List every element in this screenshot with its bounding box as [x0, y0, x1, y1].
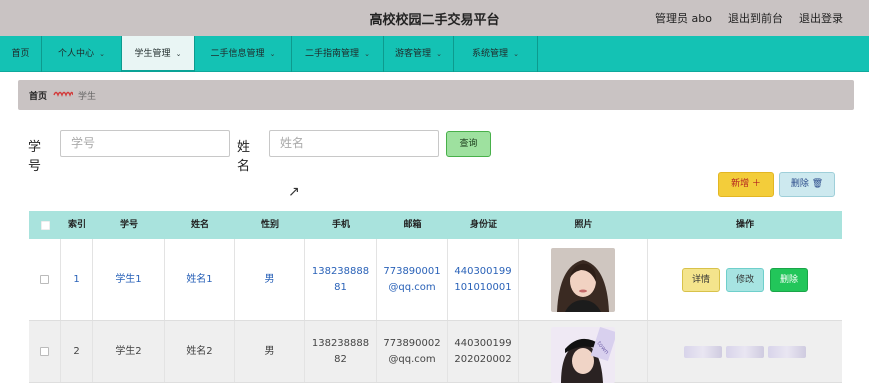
row-select-cell	[29, 239, 61, 320]
select-all-checkbox[interactable]	[40, 220, 50, 230]
chevron-down-icon: ⌄	[269, 50, 276, 58]
nav-item-system-management[interactable]: 系统管理 ⌄	[454, 36, 538, 72]
table-header: 索引 学号 姓名 性别 手机 邮箱 身份证 照片 操作	[29, 211, 842, 239]
cell-photo	[519, 239, 648, 320]
row-checkbox[interactable]	[40, 275, 49, 284]
cell-actions: 详情 修改 删除	[648, 239, 842, 320]
cell-index: 1	[61, 239, 93, 320]
chevron-down-icon: ⌄	[364, 50, 370, 58]
top-bar: 高校校园二手交易平台 管理员 abo 退出到前台 退出登录	[0, 0, 869, 36]
nav-item-home[interactable]: 首页	[0, 36, 42, 72]
breadcrumb-home[interactable]: 首页	[29, 89, 47, 102]
add-button[interactable]: 新增 ＋	[718, 172, 774, 197]
nav-item-student-management[interactable]: 学生管理 ⌄	[122, 36, 195, 72]
cell-id-card: 440300199101010001	[448, 239, 519, 320]
nav-label: 学生管理	[134, 49, 171, 59]
cell-photo: town	[519, 321, 648, 383]
student-id-label: 学号	[28, 140, 42, 174]
col-phone: 手机	[331, 220, 350, 230]
student-id-input[interactable]: 学号	[60, 130, 230, 157]
nav-item-visitor-management[interactable]: 游客管理 ⌄	[384, 36, 454, 72]
chevron-down-icon: ⌄	[513, 50, 519, 58]
nav-item-secondhand-info[interactable]: 二手信息管理 ⌄	[195, 36, 292, 72]
cell-gender: 男	[235, 239, 305, 320]
cell-student-id: 学生2	[93, 321, 165, 382]
edit-button[interactable]	[726, 345, 764, 358]
name-label: 姓名	[237, 140, 251, 174]
delete-button[interactable]	[768, 345, 806, 358]
col-email: 邮箱	[403, 220, 422, 230]
chevron-down-icon: ⌄	[436, 50, 442, 58]
back-to-front-link[interactable]: 退出到前台	[728, 10, 783, 26]
cell-index: 2	[61, 321, 93, 382]
col-index: 索引	[67, 220, 86, 230]
cell-student-id: 学生1	[93, 239, 165, 320]
cell-gender: 男	[235, 321, 305, 382]
select-all-cell	[29, 211, 61, 239]
col-photo: 照片	[574, 220, 593, 230]
col-id-card: 身份证	[469, 220, 497, 230]
col-gender: 性别	[260, 220, 279, 230]
detail-button[interactable]	[684, 345, 722, 358]
student-photo	[551, 247, 615, 312]
cell-name: 姓名2	[165, 321, 235, 382]
detail-button[interactable]: 详情	[681, 267, 720, 292]
chevron-down-icon: ⌄	[99, 50, 105, 58]
col-name: 姓名	[190, 220, 209, 230]
nav-item-secondhand-guide[interactable]: 二手指南管理 ⌄	[292, 36, 384, 72]
delete-button[interactable]: 删除	[770, 267, 809, 292]
main-nav: 首页 个人中心 ⌄ 学生管理 ⌄ 二手信息管理 ⌄ 二手指南管理 ⌄ 游客管理 ⌄ 系统管…	[0, 36, 869, 72]
breadcrumb-separator-icon	[53, 91, 73, 97]
mouse-cursor-icon: ↗	[288, 184, 300, 200]
cell-id-card: 440300199202020002	[448, 321, 519, 382]
nav-label: 系统管理	[472, 49, 509, 59]
cell-phone: 13823888881	[305, 239, 377, 320]
nav-label: 个人中心	[58, 49, 95, 59]
nav-label: 二手指南管理	[305, 49, 360, 59]
row-select-cell	[29, 321, 61, 382]
query-button[interactable]: 查询	[446, 131, 491, 157]
cell-phone: 13823888882	[305, 321, 377, 382]
breadcrumb: 首页 学生	[18, 80, 854, 110]
name-input[interactable]: 姓名	[269, 130, 439, 157]
nav-label: 游客管理	[395, 49, 432, 59]
admin-name: 管理员 abo	[655, 12, 712, 25]
breadcrumb-current: 学生	[78, 92, 97, 102]
logout-link[interactable]: 退出登录	[799, 10, 843, 26]
nav-item-personal-center[interactable]: 个人中心 ⌄	[42, 36, 122, 72]
cell-email: 773890001@qq.com	[377, 239, 448, 320]
top-right-links: 管理员 abo 退出到前台 退出登录	[655, 10, 843, 26]
row-checkbox[interactable]	[40, 347, 49, 356]
table-row: 2 学生2 姓名2 男 13823888882 773890002@qq.com…	[29, 321, 842, 383]
cell-actions	[648, 321, 842, 382]
cell-email: 773890002@qq.com	[377, 321, 448, 382]
col-actions: 操作	[735, 220, 754, 230]
chevron-down-icon: ⌄	[175, 50, 182, 58]
nav-label: 二手信息管理	[210, 49, 265, 59]
table-row: 1 学生1 姓名1 男 13823888881 773890001@qq.com…	[29, 239, 842, 321]
col-student-id: 学号	[119, 220, 138, 230]
student-photo: town	[551, 327, 615, 383]
nav-label: 首页	[11, 49, 30, 59]
cell-name: 姓名1	[165, 239, 235, 320]
batch-delete-button[interactable]: 删除 🗑	[779, 172, 835, 197]
edit-button[interactable]: 修改	[725, 267, 764, 292]
